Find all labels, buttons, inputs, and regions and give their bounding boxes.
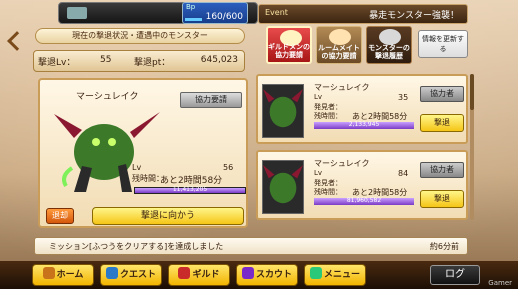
watermark: Gamer [488, 279, 512, 287]
tab-label: ギルドメンの協力要請 [268, 43, 310, 59]
helpers-button[interactable]: 協力者 [420, 86, 464, 102]
quest-icon [105, 267, 118, 279]
bp-bar [185, 18, 202, 21]
monster-thumbnail [262, 84, 304, 138]
scrollbar-thumb[interactable] [470, 74, 474, 110]
bottom-nav: ホーム クエスト ギルド スカウト メニュー ログ Gamer [0, 261, 518, 289]
monster-face-icon [379, 29, 401, 45]
monster-lv-label: Lv [132, 163, 142, 172]
mission-text: ミッション[ふつうをクリアする]を達成しました [49, 242, 224, 251]
retreat-button[interactable]: 退却 [46, 208, 74, 224]
tab-label: モンスターの撃退履歴 [368, 44, 410, 60]
scout-icon [241, 267, 254, 279]
nav-quest[interactable]: クエスト [100, 264, 162, 286]
monster-time-value: あと2時間58分 [160, 176, 223, 186]
lv-value: 35 [398, 93, 409, 102]
home-icon [42, 267, 55, 279]
attack-button[interactable]: 撃退 [420, 190, 464, 208]
nav-menu[interactable]: メニュー [304, 264, 366, 286]
nav-label: クエスト [119, 270, 156, 280]
monster-hp-bar: 11,413,205 [134, 186, 246, 194]
nav-guild[interactable]: ギルド [168, 264, 230, 286]
stone-icon [67, 7, 87, 19]
guild-icon [178, 267, 191, 279]
remain-label: 残時間： [314, 112, 342, 120]
list-item: マーシュレイク Lv 84 発見者： 残時間： あと2時間58分 81,960,… [256, 150, 468, 220]
hp-bar: 81,960,582 [314, 197, 414, 205]
event-title: 暴走モンスター強襲！ [369, 11, 459, 21]
nav-label: ホーム [56, 270, 84, 280]
help-request-button[interactable]: 協力要請 [180, 92, 242, 108]
repel-lv-label: 撃退Lv： [38, 58, 76, 68]
chibi-face-icon [329, 29, 351, 45]
tab-room-help[interactable]: ルームメイトの協力要請 [316, 26, 362, 64]
monster-lv-value: 56 [223, 163, 234, 172]
nav-scout[interactable]: スカウト [236, 264, 298, 286]
repel-stats: 撃退Lv： 55 撃退pt： 645,023 [33, 50, 245, 72]
event-header: Event 暴走モンスター強襲！ [258, 4, 468, 24]
repel-pt-label: 撃退pt： [134, 58, 171, 68]
log-button[interactable]: ログ [430, 265, 480, 285]
monster-name: マーシュレイク [314, 159, 370, 168]
lv-value: 84 [398, 169, 409, 178]
monster-thumbnail [262, 160, 304, 214]
hp-value: 11,413,205 [172, 186, 208, 193]
hp-bar: 2,133,945 [314, 121, 414, 129]
monster-name: マーシュレイク [76, 92, 139, 102]
list-scrollbar[interactable] [470, 74, 474, 220]
repel-pt-value: 645,023 [200, 55, 238, 65]
monster-name: マーシュレイク [314, 83, 370, 92]
bp-meter: Bp 160/600 [182, 2, 248, 24]
tab-history[interactable]: モンスターの撃退履歴 [366, 26, 412, 64]
bp-label: Bp [186, 3, 196, 11]
tab-label: ルームメイトの協力要請 [318, 44, 360, 60]
lv-label: Lv [314, 93, 323, 101]
current-monster-card: マーシュレイク 協力要請 Lv 56 残時間： あと2時間58分 11,413,… [38, 78, 248, 228]
nav-label: ギルド [192, 270, 220, 280]
list-item: マーシュレイク Lv 35 発見者： 残時間： あと2時間58分 2,133,9… [256, 74, 468, 144]
hp-value: 81,960,582 [346, 197, 382, 204]
tab-guild-help[interactable]: ギルドメンの協力要請 [266, 26, 312, 64]
engage-button[interactable]: 撃退に向かう [92, 207, 244, 225]
lv-label: Lv [314, 169, 323, 177]
nav-label: スカウト [255, 270, 292, 280]
refresh-info-button[interactable]: 情報を更新する [418, 30, 468, 58]
hp-value: 2,133,945 [348, 121, 380, 128]
mission-notification[interactable]: ミッション[ふつうをクリアする]を達成しました 約6分前 [34, 237, 468, 255]
helpers-button[interactable]: 協力者 [420, 162, 464, 178]
event-tag: Event [265, 8, 288, 17]
menu-icon [309, 267, 322, 279]
status-title: 現在の撃退状況・遭遇中のモンスター [35, 28, 245, 44]
remain-label: 残時間： [314, 188, 342, 196]
repel-lv-value: 55 [100, 55, 112, 65]
nav-label: メニュー [323, 270, 360, 280]
bp-value: 160/600 [205, 12, 243, 22]
nav-home[interactable]: ホーム [32, 264, 94, 286]
attack-button[interactable]: 撃退 [420, 114, 464, 132]
mission-time: 約6分前 [429, 242, 459, 251]
